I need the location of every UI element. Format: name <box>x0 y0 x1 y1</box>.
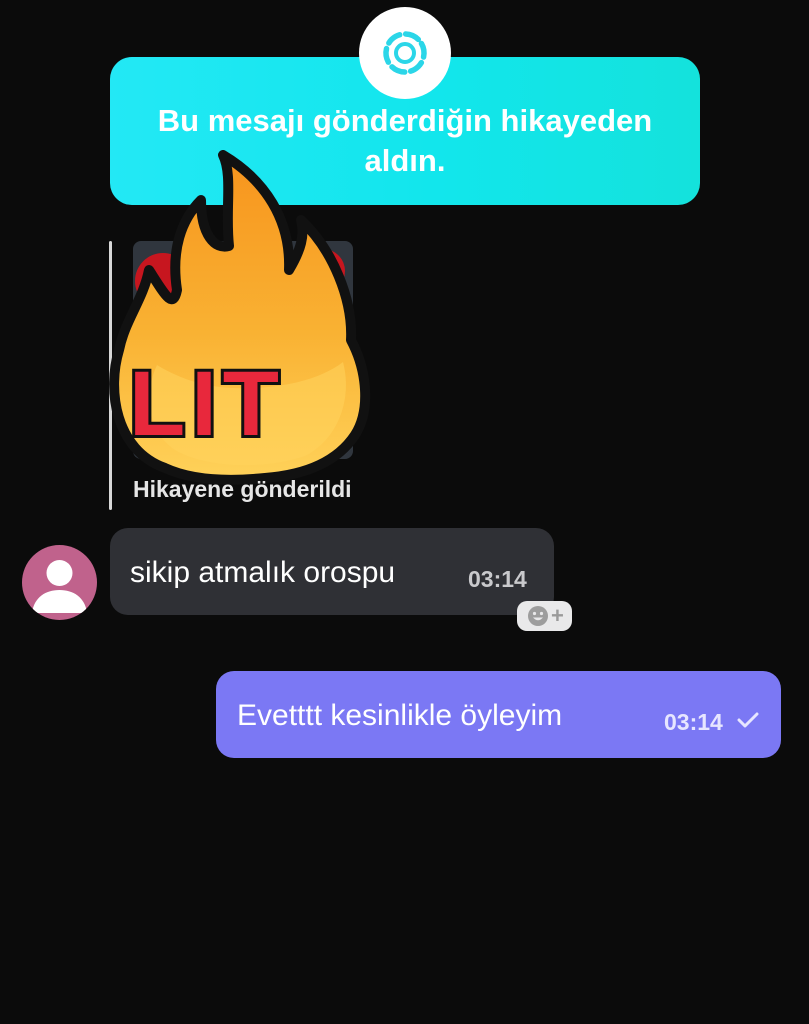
incoming-message-time: 03:14 <box>468 566 527 592</box>
story-caption: Hikayene gönderildi <box>133 476 352 502</box>
story-ring-icon <box>359 7 451 99</box>
incoming-message-bubble[interactable]: sikip atmalık orospu 03:14 <box>110 528 554 615</box>
outgoing-message-bubble[interactable]: Evetttt kesinlikle öyleyim 03:14 <box>216 671 781 758</box>
sticker-lit-text: LIT <box>129 353 285 455</box>
add-reaction-button[interactable]: + <box>517 601 572 631</box>
read-check-icon <box>737 712 759 728</box>
plus-icon: + <box>551 603 564 628</box>
outgoing-message-text: Evetttt kesinlikle öyleyim <box>237 699 563 732</box>
default-user-avatar[interactable] <box>22 545 97 620</box>
smiley-icon <box>528 606 548 626</box>
fire-lit-sticker: LIT <box>109 150 371 485</box>
incoming-message-text: sikip atmalık orospu <box>130 556 396 589</box>
outgoing-message-time: 03:14 <box>664 709 723 735</box>
